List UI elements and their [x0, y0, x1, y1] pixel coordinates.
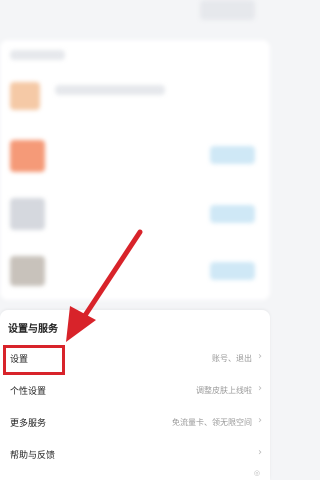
annotation-arrow-icon [66, 229, 143, 342]
watermark-logo: ◎ [253, 469, 260, 477]
